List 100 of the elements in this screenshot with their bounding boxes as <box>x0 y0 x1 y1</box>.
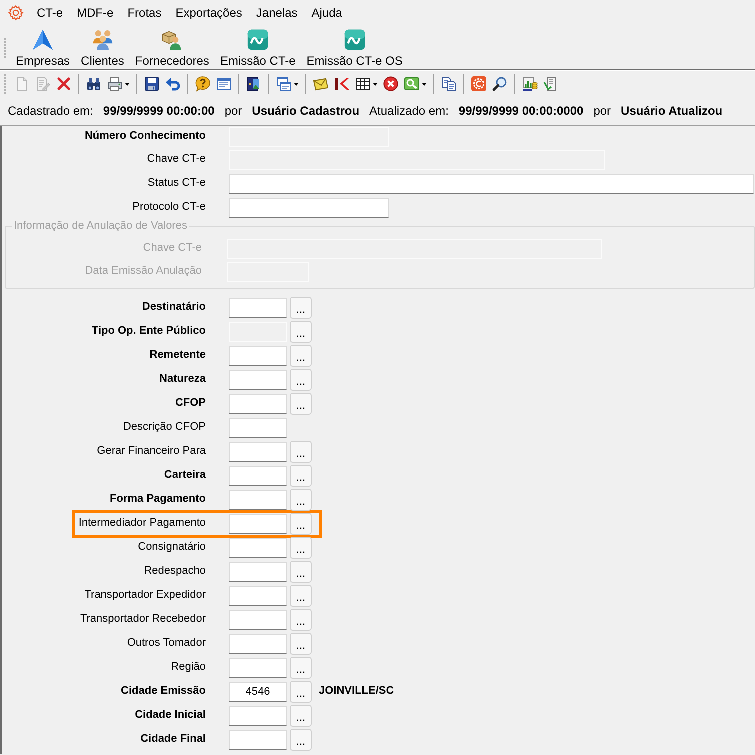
field-label: Forma Pagamento <box>110 493 206 506</box>
menu-item[interactable]: CT-e <box>30 6 70 20</box>
input-field[interactable] <box>229 346 287 366</box>
lookup-button[interactable]: ... <box>290 465 312 487</box>
input-field[interactable]: 4546 <box>229 682 287 702</box>
field-label: Natureza <box>160 373 206 386</box>
table-icon[interactable] <box>354 76 370 92</box>
input-field[interactable] <box>229 370 287 390</box>
x-icon[interactable] <box>56 76 72 92</box>
lookup-button[interactable]: ... <box>290 561 312 583</box>
toolbar-button[interactable]: Emissão CT-e OS <box>302 26 408 69</box>
city-name: JOINVILLE/SC <box>319 685 394 699</box>
input-field[interactable] <box>229 538 287 558</box>
lookup-button[interactable]: ... <box>290 537 312 559</box>
toolbar-button[interactable]: Emissão CT-e <box>215 26 301 69</box>
search-icon[interactable] <box>404 76 420 92</box>
updated-label: Atualizado em: <box>370 104 449 118</box>
menu-item[interactable]: Ajuda <box>304 6 350 20</box>
lookup-button[interactable]: ... <box>290 705 312 727</box>
lookup-button[interactable]: ... <box>290 345 312 367</box>
input-field[interactable] <box>229 174 754 194</box>
lookup-button[interactable]: ... <box>290 297 312 319</box>
lookup-button[interactable]: ... <box>290 585 312 607</box>
lookup-button[interactable]: ... <box>290 729 312 751</box>
magnifier-icon[interactable] <box>492 76 508 92</box>
field-label: Cidade Emissão <box>121 685 206 698</box>
updated-by-user: Usuário Atualizou <box>621 104 723 118</box>
input-field[interactable] <box>229 514 287 534</box>
input-field[interactable] <box>229 490 287 510</box>
toolbar-button[interactable]: Empresas <box>11 26 76 69</box>
menu-item[interactable]: Exportações <box>168 6 250 20</box>
field-label: Transportador Recebedor <box>80 613 206 626</box>
binoculars-icon[interactable] <box>86 76 102 92</box>
field-label: Chave CT-e <box>143 242 202 254</box>
caret-icon[interactable] <box>124 82 130 86</box>
field-label: Descrição CFOP <box>123 421 206 434</box>
menu-item[interactable]: Frotas <box>120 6 169 20</box>
lookup-button[interactable]: ... <box>290 369 312 391</box>
input-field[interactable] <box>229 658 287 678</box>
field-label: CFOP <box>175 397 206 410</box>
input-field[interactable] <box>229 466 287 486</box>
menu-item[interactable]: Janelas <box>249 6 305 20</box>
gear-icon <box>8 5 24 21</box>
input-field[interactable] <box>229 610 287 630</box>
field-label: Remetente <box>150 349 206 362</box>
toolbar-button[interactable]: Clientes <box>76 26 130 69</box>
caret-icon[interactable] <box>294 82 298 86</box>
grip-icon[interactable] <box>3 73 7 95</box>
field-label: Intermediador Pagamento <box>78 517 206 530</box>
logo-icon[interactable] <box>470 76 486 92</box>
field-label: Número Conhecimento <box>84 130 206 142</box>
printer-icon[interactable] <box>106 76 122 92</box>
field-label: Gerar Financeiro Para <box>97 445 206 458</box>
envelope-icon[interactable] <box>312 76 328 92</box>
by-label: por <box>594 104 612 118</box>
input-field[interactable] <box>229 634 287 654</box>
input-field[interactable] <box>229 298 287 318</box>
caret-icon[interactable] <box>422 82 426 86</box>
field-label: Consignatário <box>138 541 206 554</box>
people-icon <box>92 29 114 51</box>
input-field[interactable] <box>229 562 287 582</box>
chevron-icon[interactable] <box>334 76 350 92</box>
field-label: Outros Tomador <box>127 637 206 650</box>
input-field[interactable] <box>229 442 287 462</box>
field-label: Protocolo CT-e <box>132 201 206 214</box>
undo-icon[interactable] <box>164 76 180 92</box>
arrowhead-icon <box>32 29 54 51</box>
by-label: por <box>224 104 242 118</box>
input-field[interactable] <box>229 418 287 438</box>
menu-item[interactable]: MDF-e <box>70 6 121 20</box>
field-label: Data Emissão Anulação <box>85 264 202 277</box>
input-field[interactable] <box>229 586 287 606</box>
window-icon[interactable] <box>216 76 232 92</box>
input-field[interactable] <box>229 706 287 726</box>
lookup-button[interactable]: ... <box>290 609 312 631</box>
created-date: 99/99/9999 00:00:00 <box>103 104 215 118</box>
lookup-button[interactable]: ... <box>290 441 312 463</box>
lookup-button[interactable]: ... <box>290 513 312 535</box>
field-label: Redespacho <box>144 565 206 578</box>
door-icon[interactable] <box>246 76 262 92</box>
grip-icon[interactable] <box>3 36 7 58</box>
document-check-icon[interactable] <box>542 76 558 92</box>
input-field[interactable] <box>229 730 287 750</box>
help-icon[interactable] <box>194 76 210 92</box>
field-label: Destinatário <box>142 301 206 314</box>
chart-coins-icon[interactable] <box>522 76 538 92</box>
created-by-user: Usuário Cadastrou <box>252 104 360 118</box>
lookup-button[interactable]: ... <box>290 657 312 679</box>
lookup-button[interactable]: ... <box>290 489 312 511</box>
lookup-button[interactable]: ... <box>290 681 312 703</box>
x-circle-icon[interactable] <box>382 76 398 92</box>
input-field[interactable] <box>229 394 287 414</box>
lookup-button[interactable]: ... <box>290 633 312 655</box>
caret-icon[interactable] <box>372 82 378 86</box>
input-field[interactable] <box>229 198 389 218</box>
lookup-button[interactable]: ... <box>290 393 312 415</box>
toolbar-button[interactable]: Fornecedores <box>130 26 214 69</box>
cascade-windows-icon[interactable] <box>276 76 292 92</box>
person-with-box-icon <box>161 29 184 51</box>
copy-icon[interactable] <box>440 76 456 92</box>
